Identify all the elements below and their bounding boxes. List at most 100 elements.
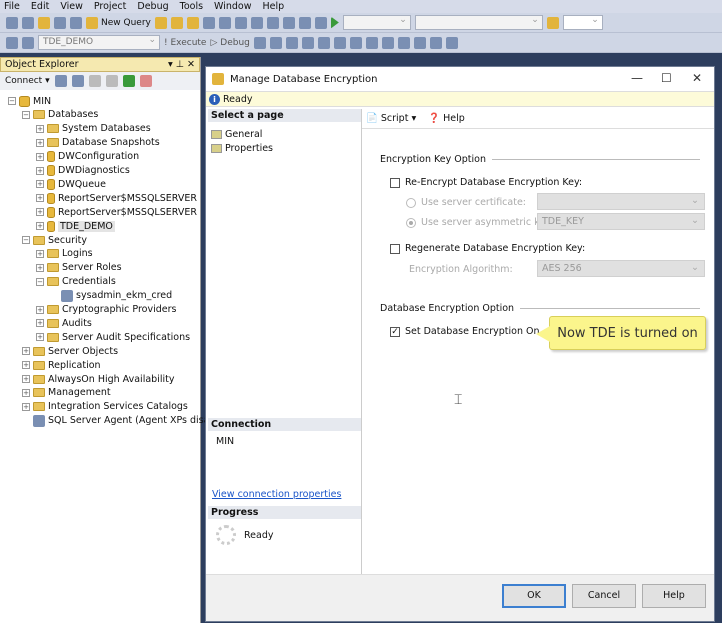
- page-properties[interactable]: Properties: [208, 141, 361, 155]
- tree-node[interactable]: − Security: [22, 233, 87, 247]
- expand-icon[interactable]: +: [36, 222, 44, 231]
- tree-node[interactable]: − MIN: [8, 94, 51, 108]
- expand-icon[interactable]: +: [36, 263, 44, 272]
- expand-icon[interactable]: +: [36, 166, 44, 175]
- tree-node[interactable]: + ReportServer$MSSQLSERVER: [36, 205, 197, 219]
- platform-dropdown[interactable]: [414, 14, 543, 30]
- solution-config-dropdown[interactable]: [342, 14, 411, 30]
- expand-icon[interactable]: +: [22, 402, 30, 411]
- use-server-asymmetric-key-radio[interactable]: Use server asymmetric key:: [406, 217, 553, 228]
- expand-icon[interactable]: +: [36, 152, 44, 161]
- stop-icon[interactable]: [253, 36, 266, 49]
- indent-icon[interactable]: [413, 36, 426, 49]
- minimize-button[interactable]: —: [631, 71, 643, 85]
- reencrypt-checkbox[interactable]: Re-Encrypt Database Encryption Key:: [390, 177, 582, 188]
- menu-help[interactable]: Help: [263, 1, 285, 12]
- tree-node[interactable]: + DWConfiguration: [36, 150, 139, 164]
- page-general[interactable]: General: [208, 127, 361, 141]
- parse-icon[interactable]: [269, 36, 282, 49]
- tree-node[interactable]: + Replication: [22, 358, 101, 372]
- tree-node[interactable]: + Audits: [36, 316, 92, 330]
- tree-node[interactable]: SQL Server Agent (Agent XPs disabl: [22, 414, 218, 428]
- tree-node[interactable]: + Server Audit Specifications: [36, 330, 190, 344]
- menu-view[interactable]: View: [60, 1, 83, 12]
- find-input[interactable]: [562, 14, 603, 30]
- ok-button[interactable]: OK: [502, 584, 566, 608]
- tree-node[interactable]: + Server Objects: [22, 344, 118, 358]
- tree-node[interactable]: + Logins: [36, 247, 93, 261]
- close-button[interactable]: ✕: [692, 71, 702, 85]
- tree-node[interactable]: + System Databases: [36, 122, 151, 136]
- copy-icon[interactable]: [218, 16, 231, 29]
- use-server-certificate-radio[interactable]: Use server certificate:: [406, 197, 526, 208]
- tree-node[interactable]: − Databases: [22, 108, 98, 122]
- menu-tools[interactable]: Tools: [180, 1, 203, 12]
- help-button[interactable]: Help: [642, 584, 706, 608]
- menu-file[interactable]: File: [4, 1, 20, 12]
- save-icon[interactable]: [54, 16, 66, 29]
- query-icon[interactable]: [186, 16, 199, 29]
- tree-node[interactable]: + Integration Services Catalogs: [22, 400, 188, 414]
- expand-icon[interactable]: +: [36, 333, 44, 342]
- help-button[interactable]: ❓ Help: [428, 113, 465, 124]
- set-encryption-on-checkbox[interactable]: ✓ Set Database Encryption On: [390, 326, 540, 337]
- expand-icon[interactable]: +: [22, 388, 30, 397]
- tree-node[interactable]: + Management: [22, 386, 111, 400]
- tree-node[interactable]: + DWQueue: [36, 177, 106, 191]
- collapse-icon[interactable]: −: [22, 236, 30, 244]
- paste-icon[interactable]: [234, 16, 247, 29]
- filter-icon[interactable]: [105, 75, 118, 87]
- redo-icon[interactable]: [266, 16, 279, 29]
- change-connection-icon[interactable]: [22, 36, 34, 49]
- expand-icon[interactable]: +: [22, 375, 30, 383]
- expand-icon[interactable]: +: [36, 249, 44, 258]
- connect-icon[interactable]: [54, 75, 67, 87]
- find-icon[interactable]: [546, 16, 559, 29]
- maximize-button[interactable]: ☐: [661, 71, 672, 85]
- save-all-icon[interactable]: [70, 16, 82, 29]
- expand-icon[interactable]: +: [36, 305, 44, 314]
- plan-icon[interactable]: [333, 36, 346, 49]
- cut-icon[interactable]: [202, 16, 215, 29]
- database-dropdown[interactable]: TDE_DEMO: [38, 34, 160, 50]
- font-icon[interactable]: [445, 36, 458, 49]
- collapse-icon[interactable]: −: [8, 97, 16, 105]
- navigate-icon[interactable]: [282, 16, 295, 29]
- expand-icon[interactable]: +: [22, 361, 30, 370]
- undo-icon[interactable]: [250, 16, 263, 29]
- disconnect-icon[interactable]: [71, 75, 84, 87]
- uncomment-icon[interactable]: [397, 36, 410, 49]
- menu-edit[interactable]: Edit: [31, 1, 49, 12]
- collapse-icon[interactable]: −: [36, 277, 44, 286]
- refresh-icon[interactable]: [122, 75, 135, 87]
- expand-icon[interactable]: +: [36, 180, 44, 189]
- query-icon[interactable]: [154, 16, 167, 29]
- expand-icon[interactable]: +: [36, 138, 44, 147]
- expand-icon[interactable]: +: [36, 319, 44, 328]
- tree-node[interactable]: + ReportServer$MSSQLSERVER: [36, 191, 197, 205]
- tree-node[interactable]: + AlwaysOn High Availability: [22, 372, 174, 386]
- results-icon[interactable]: [301, 36, 314, 49]
- expand-icon[interactable]: +: [36, 208, 44, 217]
- new-project-icon[interactable]: [6, 16, 18, 29]
- view-connection-properties-link[interactable]: View connection properties: [212, 489, 341, 500]
- script-button[interactable]: 📄 Script ▾: [366, 113, 416, 124]
- asymmetric-key-dropdown[interactable]: TDE_KEY: [537, 213, 705, 230]
- open-icon[interactable]: [38, 16, 50, 29]
- connect-button[interactable]: Connect ▾: [5, 76, 50, 86]
- stop-icon[interactable]: [88, 75, 101, 87]
- certificate-dropdown[interactable]: [537, 193, 705, 210]
- menu-window[interactable]: Window: [214, 1, 251, 12]
- regenerate-checkbox[interactable]: Regenerate Database Encryption Key:: [390, 243, 585, 254]
- results-icon[interactable]: [285, 36, 298, 49]
- activity-monitor-icon[interactable]: [139, 75, 152, 87]
- debug-button[interactable]: ▷ Debug: [210, 38, 249, 48]
- tree-node[interactable]: sysadmin_ekm_cred: [50, 289, 172, 303]
- add-item-icon[interactable]: [22, 16, 34, 29]
- query-icon[interactable]: [170, 16, 183, 29]
- execute-button[interactable]: ! Execute: [164, 38, 206, 48]
- tree-node[interactable]: − Credentials: [36, 275, 116, 289]
- expand-icon[interactable]: +: [22, 347, 30, 356]
- file-icon[interactable]: [365, 36, 378, 49]
- menu-debug[interactable]: Debug: [137, 1, 168, 12]
